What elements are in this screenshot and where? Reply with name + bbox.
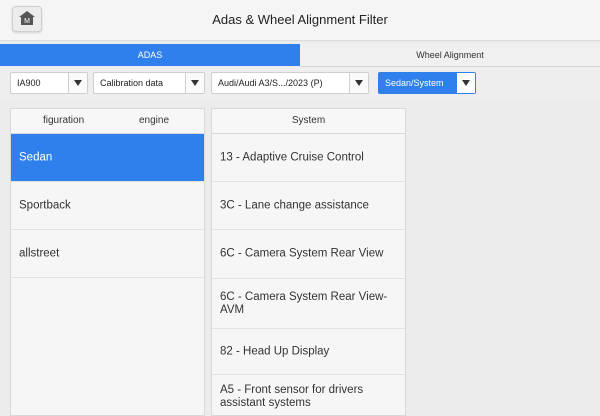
system-item-lane-change-assistance[interactable]: 3C - Lane change assistance — [212, 182, 405, 230]
system-item-camera-rear-view-avm[interactable]: 6C - Camera System Rear View-AVM — [212, 279, 405, 329]
system-item-label: A5 - Front sensor for drivers assistant … — [220, 383, 364, 409]
tab-wheel-alignment[interactable]: Wheel Alignment — [300, 44, 600, 67]
filter-device-dropdown[interactable]: IA900 — [10, 72, 88, 94]
list-item-label: Sportback — [19, 199, 71, 211]
system-panel: System 13 - Adaptive Cruise Control 3C -… — [211, 108, 406, 416]
configuration-header: figuration engine — [11, 109, 204, 134]
filter-body-system-dropdown[interactable]: Sedan/System — [378, 72, 476, 94]
list-item-label: allstreet — [19, 247, 60, 259]
system-item-label: 6C - Camera System Rear View-AVM — [220, 290, 388, 316]
title-bar: M Adas & Wheel Alignment Filter — [0, 0, 600, 41]
system-item-label: 82 - Head Up Display — [220, 345, 330, 357]
system-item-camera-rear-view[interactable]: 6C - Camera System Rear View — [212, 230, 405, 279]
system-item-label: 13 - Adaptive Cruise Control — [220, 151, 364, 163]
list-item-label: Sedan — [19, 151, 53, 163]
filter-vehicle-dropdown[interactable]: Audi/Audi A3/S.../2023 (P) — [211, 72, 369, 94]
tab-adas[interactable]: ADAS — [0, 44, 300, 66]
tab-bar: ADAS Wheel Alignment — [0, 44, 600, 67]
page-title: Adas & Wheel Alignment Filter — [212, 12, 388, 27]
list-item-sedan[interactable]: Sedan — [11, 134, 204, 182]
list-item-sportback[interactable]: Sportback — [11, 182, 204, 230]
system-item-front-sensor[interactable]: A5 - Front sensor for drivers assistant … — [212, 375, 405, 415]
system-item-label: 6C - Camera System Rear View — [220, 247, 384, 260]
system-item-head-up-display[interactable]: 82 - Head Up Display — [212, 329, 405, 375]
filter-device-label: IA900 — [17, 78, 41, 88]
filter-body-system-label: Sedan/System — [385, 78, 444, 88]
filter-bar: IA900 Calibration data Audi/Audi A3/S...… — [0, 68, 600, 100]
filter-vehicle-label: Audi/Audi A3/S.../2023 (P) — [218, 78, 323, 88]
configuration-panel: figuration engine Sedan Sportback allstr… — [10, 108, 205, 416]
chevron-down-icon[interactable] — [456, 73, 475, 93]
list-empty-area — [11, 278, 204, 415]
engine-column-label: engine — [139, 115, 170, 126]
filter-data-type-label: Calibration data — [100, 78, 164, 88]
list-item-allstreet[interactable]: allstreet — [11, 230, 204, 278]
chevron-down-icon[interactable] — [68, 73, 87, 93]
system-header: System — [212, 109, 405, 134]
filter-data-type-dropdown[interactable]: Calibration data — [93, 72, 205, 94]
system-item-label: 3C - Lane change assistance — [220, 199, 369, 211]
configuration-column-label: figuration — [43, 115, 85, 126]
chevron-down-icon[interactable] — [349, 73, 368, 93]
system-item-adaptive-cruise-control[interactable]: 13 - Adaptive Cruise Control — [212, 134, 405, 182]
chevron-down-icon[interactable] — [185, 73, 204, 93]
